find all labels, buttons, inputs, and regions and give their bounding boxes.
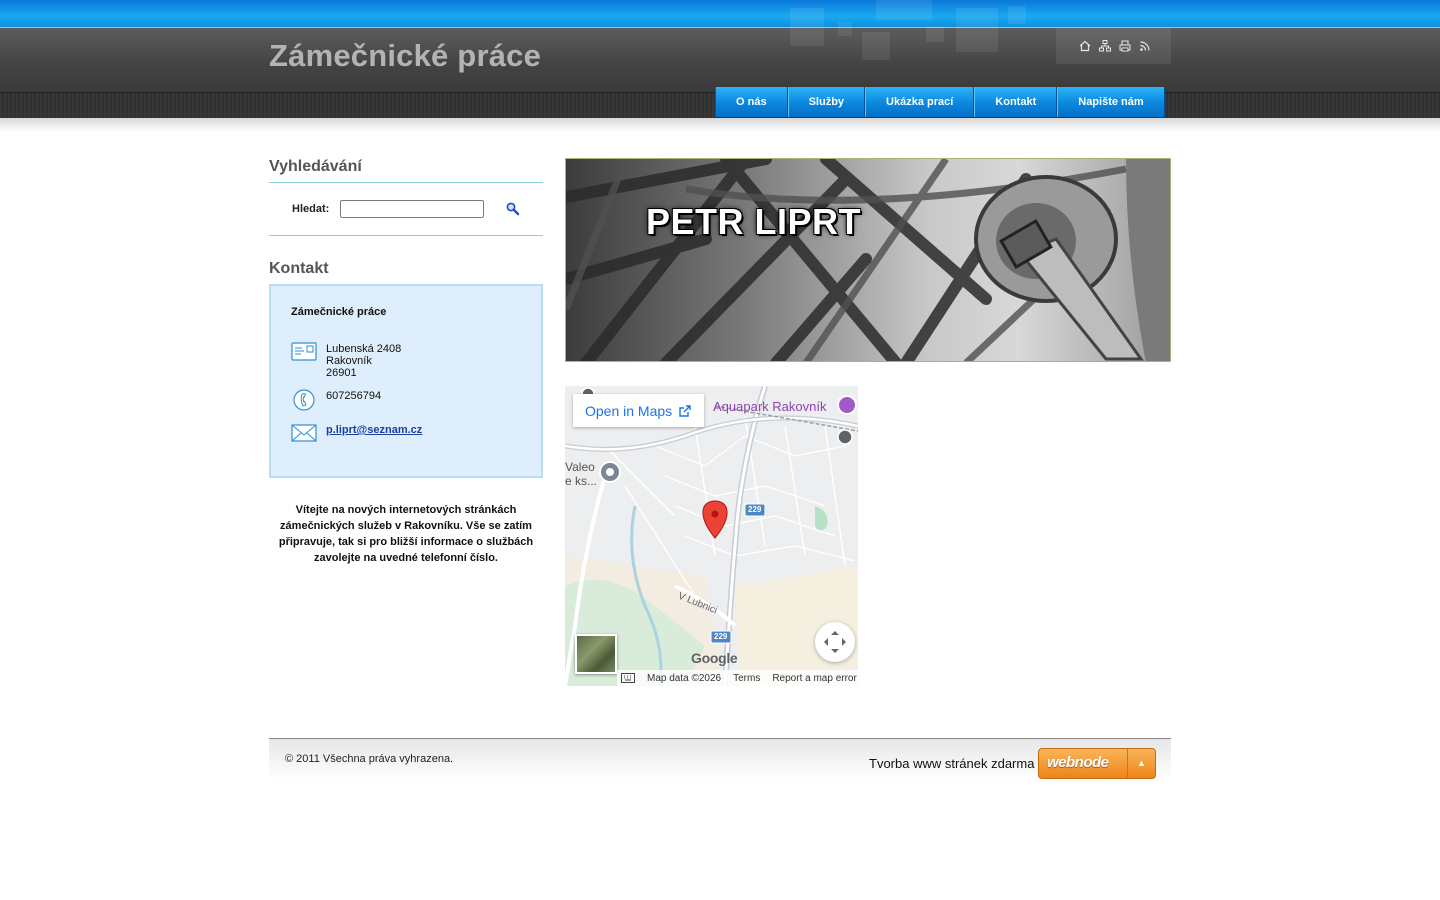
top-color-strip bbox=[0, 0, 1440, 28]
webnode-promo-link[interactable]: Tvorba www stránek zdarma bbox=[869, 756, 1034, 771]
open-in-maps-button[interactable]: Open in Maps bbox=[573, 394, 704, 427]
nav-napiste-nam[interactable]: Napište nám bbox=[1057, 87, 1165, 117]
map-attribution: Map data ©2026 Terms Report a map error bbox=[617, 670, 858, 686]
google-logo: Google bbox=[691, 650, 738, 666]
phone-icon bbox=[293, 389, 315, 411]
fullscreen-icon bbox=[824, 631, 846, 653]
address-line-2: Rakovník bbox=[326, 355, 372, 367]
decor-tile bbox=[956, 8, 998, 52]
nav-o-nas[interactable]: O nás bbox=[715, 87, 788, 117]
address-card-icon bbox=[291, 342, 317, 361]
header-shadow bbox=[0, 118, 1440, 132]
map-fullscreen-button[interactable] bbox=[815, 622, 855, 662]
external-link-icon bbox=[679, 404, 691, 417]
map-place-label: Aquapark Rakovník bbox=[713, 399, 827, 414]
map-place-label-left: Valeo bbox=[565, 460, 595, 474]
email-icon bbox=[291, 424, 317, 442]
address-line-3: 26901 bbox=[326, 367, 357, 379]
home-icon[interactable] bbox=[1078, 39, 1092, 53]
decor-tile bbox=[838, 22, 852, 36]
print-icon[interactable] bbox=[1118, 39, 1132, 53]
embedded-map[interactable]: Open in Maps Aquapark Rakovník Valeo e k… bbox=[565, 386, 858, 686]
welcome-text: Vítejte na nových internetových stránkác… bbox=[278, 504, 534, 564]
map-terms-link[interactable]: Terms bbox=[733, 673, 760, 684]
address-line-1: Lubenská 2408 bbox=[326, 343, 402, 355]
copyright: © 2011 Všechna práva vyhrazena. bbox=[285, 753, 454, 765]
nav-sluzby[interactable]: Služby bbox=[787, 87, 866, 117]
phone-number: 607256794 bbox=[326, 390, 382, 402]
nav-ukazka-praci[interactable]: Ukázka prací bbox=[865, 87, 975, 117]
contact-box: Zámečnické práce Lubenská 2408 Rakovník … bbox=[269, 284, 543, 478]
contact-heading: Kontakt bbox=[269, 260, 329, 277]
search-label: Hledat: bbox=[292, 203, 330, 215]
email-link-wrapper: p.liprt@seznam.cz bbox=[326, 424, 422, 436]
search-input[interactable] bbox=[340, 200, 484, 218]
main-navigation: O nás Služby Ukázka prací Kontakt Napišt… bbox=[715, 87, 1165, 117]
map-data-text: Map data ©2026 bbox=[647, 672, 722, 684]
email-link[interactable]: p.liprt@seznam.cz bbox=[326, 424, 422, 436]
decor-tile bbox=[926, 26, 944, 42]
divider bbox=[269, 182, 543, 183]
map-place-label-left-2: e ks... bbox=[565, 474, 598, 488]
chevron-up-icon: ▲ bbox=[1127, 749, 1155, 778]
decor-tile bbox=[1008, 6, 1026, 24]
keyboard-icon[interactable] bbox=[621, 673, 635, 683]
webnode-logo: webnode bbox=[1047, 754, 1109, 771]
contact-company: Zámečnické práce bbox=[291, 306, 387, 318]
banner-title: PETR LIPRT bbox=[646, 201, 862, 242]
page-footer: © 2011 Všechna práva vyhrazena. Tvorba w… bbox=[269, 738, 1171, 780]
road-number: 229 bbox=[748, 505, 762, 514]
rss-icon[interactable] bbox=[1138, 39, 1152, 53]
header-banner-image: PETR LIPRT bbox=[565, 158, 1171, 362]
search-heading: Vyhledávání bbox=[269, 158, 362, 175]
site-title[interactable]: Zámečnické práce bbox=[269, 38, 541, 74]
map-report-link[interactable]: Report a map error bbox=[772, 673, 856, 684]
decor-tile bbox=[876, 0, 932, 20]
steel-structure-graphic bbox=[566, 159, 1170, 361]
decor-tile bbox=[790, 8, 824, 46]
decor-tile bbox=[862, 32, 890, 60]
search-icon[interactable] bbox=[505, 201, 521, 217]
divider bbox=[269, 235, 543, 236]
map-satellite-toggle[interactable] bbox=[575, 634, 617, 674]
nav-kontakt[interactable]: Kontakt bbox=[974, 87, 1058, 117]
webnode-badge[interactable]: webnode ▲ bbox=[1038, 748, 1156, 779]
sitemap-icon[interactable] bbox=[1098, 39, 1112, 53]
road-number: 229 bbox=[714, 632, 728, 641]
open-in-maps-label: Open in Maps bbox=[585, 402, 673, 419]
quick-tools bbox=[1056, 28, 1171, 64]
